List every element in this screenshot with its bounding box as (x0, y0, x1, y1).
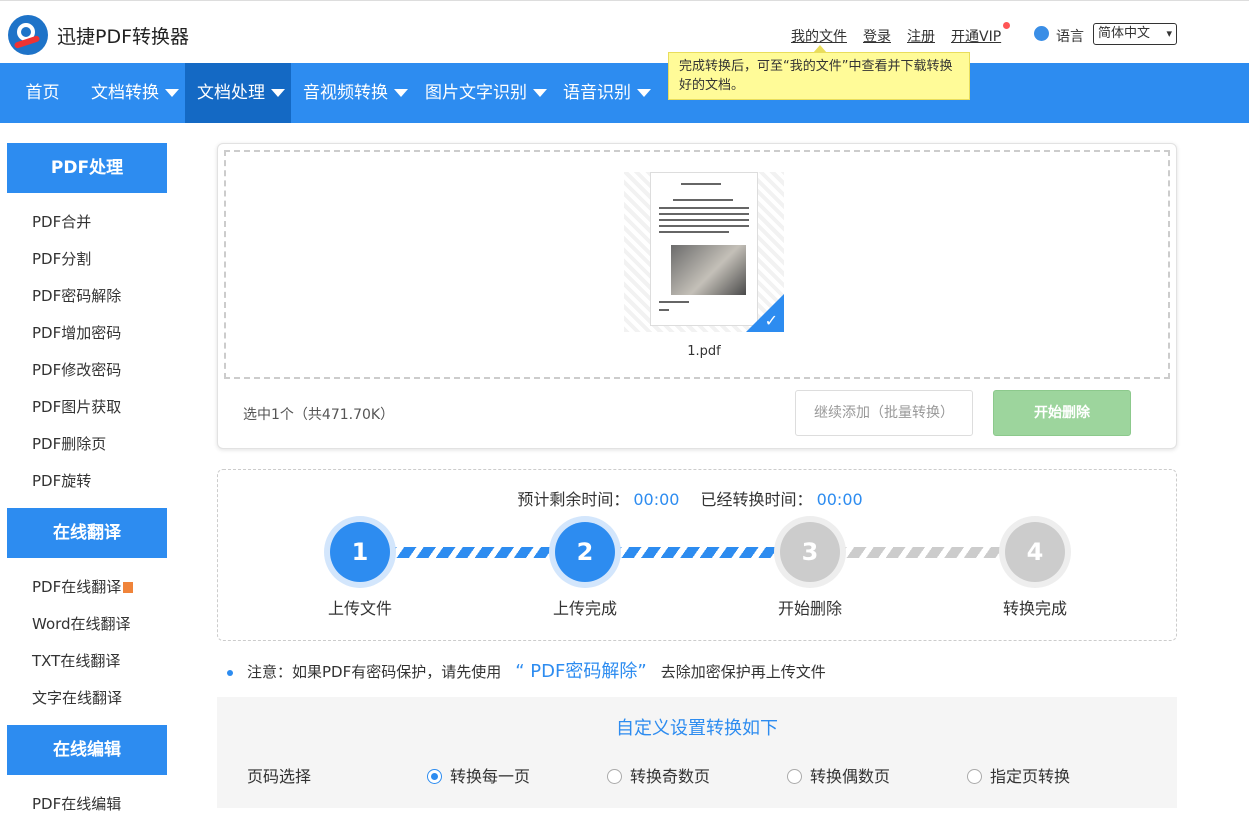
start-delete-button[interactable]: 开始删除 (993, 390, 1131, 436)
file-thumbnail[interactable]: ✓ (624, 172, 784, 332)
pdf-unlock-link[interactable]: “ PDF密码解除” (515, 661, 646, 682)
sidebar-item-pdf-split[interactable]: PDF分割 (7, 241, 167, 278)
elapsed-value: 00:00 (816, 490, 863, 509)
brand-name[interactable]: 迅捷PDF转换器 (57, 22, 189, 49)
step-2-circle: 2 (555, 522, 615, 582)
password-notice: 注意：如果PDF有密码保护，请先使用 “ PDF密码解除” 去除加密保护再上传文件 (227, 657, 826, 683)
app-logo-icon[interactable] (8, 15, 48, 55)
sidebar-item-pdf-translate[interactable]: PDF在线翻译 (7, 569, 167, 606)
sidebar-item-pdf-extract-images[interactable]: PDF图片获取 (7, 389, 167, 426)
radio-label: 转换每一页 (450, 767, 531, 786)
sidebar-item-pdf-add-password[interactable]: PDF增加密码 (7, 315, 167, 352)
language-value: 简体中文 (1098, 26, 1151, 41)
sidebar-item-word-translate[interactable]: Word在线翻译 (7, 606, 167, 643)
step-1-label: 上传文件 (327, 599, 392, 618)
progress-segment-2 (615, 547, 790, 558)
radio-unchecked-icon (787, 769, 802, 784)
radio-every-page[interactable]: 转换每一页 (427, 763, 530, 787)
chevron-down-icon (637, 89, 651, 97)
sidebar-item-txt-translate[interactable]: TXT在线翻译 (7, 643, 167, 680)
nav-ocr[interactable]: 图片文字识别 (425, 63, 547, 123)
selected-count: 选中1个（共471.70K） (243, 407, 395, 423)
notice-suffix: 去除加密保护再上传文件 (660, 663, 826, 681)
settings-title: 自定义设置转换如下 (616, 718, 778, 739)
step-3-label: 开始删除 (777, 599, 842, 618)
chevron-down-icon (394, 89, 408, 97)
vip-link[interactable]: 开通VIP (951, 26, 1001, 46)
sidebar-item-pdf-unlock[interactable]: PDF密码解除 (7, 278, 167, 315)
chevron-down-icon (165, 89, 179, 97)
radio-unchecked-icon (967, 769, 982, 784)
sidebar-item-pdf-merge[interactable]: PDF合并 (7, 204, 167, 241)
file-dropzone[interactable]: ✓ 1.pdf (224, 150, 1170, 379)
my-files-link[interactable]: 我的文件 (791, 26, 847, 46)
radio-unchecked-icon (607, 769, 622, 784)
new-badge-icon (123, 582, 134, 593)
radio-label: 转换奇数页 (630, 767, 711, 786)
checkmark-icon: ✓ (764, 311, 778, 330)
vip-hot-icon (1003, 22, 1010, 29)
radio-specified-pages[interactable]: 指定页转换 (967, 763, 1070, 787)
radio-label: 指定页转换 (990, 767, 1071, 786)
nav-home-label: 首页 (25, 83, 60, 103)
progress-panel: 预计剩余时间： 00:00 已经转换时间： 00:00 1 2 3 4 上传文件 上… (217, 469, 1177, 641)
remaining-label: 预计剩余时间： (517, 490, 630, 509)
main-nav: 首页 文档转换 文档处理 音视频转换 图片文字识别 语音识别 (0, 63, 1249, 123)
add-more-button[interactable]: 继续添加（批量转换） (795, 390, 973, 436)
sidebar-item-pdf-rotate[interactable]: PDF旋转 (7, 463, 167, 500)
nav-doc-convert-label: 文档转换 (91, 83, 159, 103)
nav-ocr-label: 图片文字识别 (425, 83, 527, 103)
language-select[interactable]: 简体中文 (1093, 23, 1177, 45)
progress-segment-1 (390, 547, 565, 558)
sidebar-section-edit: 在线编辑 (7, 725, 167, 775)
radio-label: 转换偶数页 (810, 767, 891, 786)
register-link[interactable]: 注册 (907, 26, 935, 46)
step-4-label: 转换完成 (1002, 599, 1067, 618)
elapsed-label: 已经转换时间： (700, 490, 813, 509)
nav-home[interactable]: 首页 (0, 63, 85, 123)
page-select-label: 页码选择 (247, 767, 312, 786)
step-4-circle: 4 (1005, 522, 1065, 582)
sidebar-item-label: PDF在线翻译 (32, 578, 122, 596)
sidebar-item-pdf-edit[interactable]: PDF在线编辑 (7, 786, 167, 823)
sidebar: PDF处理 PDF合并 PDF分割 PDF密码解除 PDF增加密码 PDF修改密… (7, 143, 167, 823)
remaining-value: 00:00 (633, 490, 680, 509)
nav-speech[interactable]: 语音识别 (563, 63, 651, 123)
chevron-down-icon (533, 89, 547, 97)
nav-doc-process[interactable]: 文档处理 (185, 63, 291, 123)
bullet-icon (227, 669, 233, 676)
globe-icon (1034, 26, 1049, 41)
file-name: 1.pdf (687, 344, 721, 359)
sidebar-section-pdf: PDF处理 (7, 143, 167, 193)
nav-av-convert-label: 音视频转换 (303, 83, 388, 103)
chevron-down-icon (271, 89, 285, 97)
my-files-tooltip: 完成转换后，可至“我的文件”中查看并下载转换好的文档。 (668, 45, 970, 100)
nav-speech-label: 语音识别 (563, 83, 631, 103)
step-2-label: 上传完成 (552, 599, 617, 618)
pdf-page-image (671, 245, 746, 295)
sidebar-item-text-translate[interactable]: 文字在线翻译 (7, 680, 167, 717)
top-header: 迅捷PDF转换器 我的文件 登录 注册 开通VIP 语言 简体中文 (0, 0, 1249, 63)
step-3-circle: 3 (780, 522, 840, 582)
progress-segment-3 (840, 547, 1015, 558)
custom-settings: 自定义设置转换如下 页码选择 转换每一页 转换奇数页 转换偶数页 指定页转换 (217, 697, 1177, 808)
step-1-circle: 1 (330, 522, 390, 582)
sidebar-item-pdf-change-password[interactable]: PDF修改密码 (7, 352, 167, 389)
notice-prefix: 注意：如果PDF有密码保护，请先使用 (247, 663, 502, 681)
language-label: 语言 (1056, 29, 1084, 45)
nav-doc-process-label: 文档处理 (197, 83, 265, 103)
radio-even-pages[interactable]: 转换偶数页 (787, 763, 890, 787)
nav-doc-convert[interactable]: 文档转换 (91, 63, 179, 123)
upload-panel: ✓ 1.pdf 选中1个（共471.70K） 继续添加（批量转换） 开始删除 (217, 143, 1177, 449)
radio-checked-icon (427, 769, 442, 784)
radio-odd-pages[interactable]: 转换奇数页 (607, 763, 710, 787)
pdf-page-preview (650, 172, 758, 326)
sidebar-section-translate: 在线翻译 (7, 508, 167, 558)
login-link[interactable]: 登录 (863, 26, 891, 46)
sidebar-item-pdf-delete-pages[interactable]: PDF删除页 (7, 426, 167, 463)
timers: 预计剩余时间： 00:00 已经转换时间： 00:00 (218, 486, 1178, 510)
nav-av-convert[interactable]: 音视频转换 (303, 63, 408, 123)
